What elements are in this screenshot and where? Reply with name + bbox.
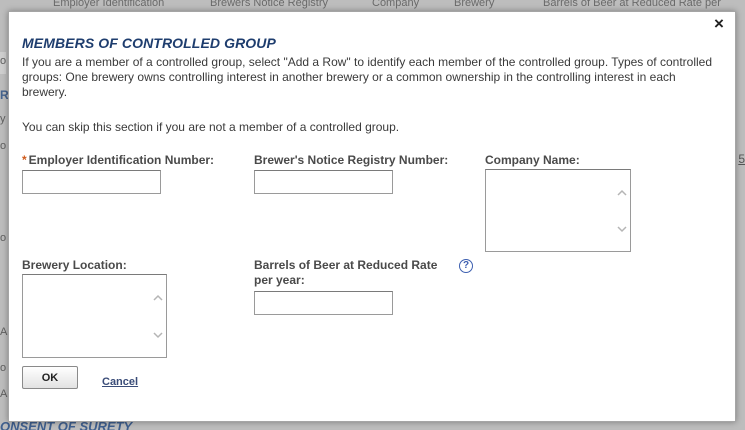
chevron-down-icon[interactable] <box>617 224 627 234</box>
company-textarea-box <box>485 169 631 252</box>
bg-col-registry: Brewers Notice Registry <box>210 0 328 9</box>
company-label: Company Name: <box>485 153 580 167</box>
dialog-title: MEMBERS OF CONTROLLED GROUP <box>22 35 276 51</box>
bg-col-ein: Employer Identification <box>53 0 165 9</box>
skip-note: You can skip this section if you are not… <box>22 120 400 134</box>
barrels-label: Barrels of Beer at Reduced Rate per year… <box>254 258 438 287</box>
location-textarea-box <box>22 274 167 358</box>
company-scrollbar[interactable] <box>614 170 630 251</box>
bg-char: A <box>0 388 8 400</box>
bg-char: y <box>0 113 6 125</box>
close-icon[interactable]: × <box>711 15 727 33</box>
bg-char: o <box>0 362 7 374</box>
location-label: Brewery Location: <box>22 258 127 272</box>
chevron-up-icon[interactable] <box>153 293 163 303</box>
ein-label-text: Employer Identification Number: <box>28 153 215 167</box>
controlled-group-dialog: × MEMBERS OF CONTROLLED GROUP If you are… <box>8 11 736 422</box>
required-marker: * <box>22 153 27 167</box>
bg-right-number: 5 <box>738 152 745 166</box>
bg-col-brewery: Brewery <box>454 0 495 9</box>
bg-char: o <box>0 55 7 67</box>
registry-label: Brewer's Notice Registry Number: <box>254 153 449 167</box>
dialog-description: If you are a member of a controlled grou… <box>22 55 713 99</box>
bg-col-company: Company <box>372 0 420 9</box>
bg-char: o <box>0 140 7 152</box>
ein-input[interactable] <box>22 170 161 194</box>
bg-col-barrels: Barrels of Beer at Reduced Rate per <box>543 0 721 9</box>
company-textarea[interactable] <box>486 170 614 251</box>
barrels-input[interactable] <box>254 291 393 315</box>
bg-char: A <box>0 326 8 338</box>
location-scrollbar[interactable] <box>150 275 166 357</box>
background-table-header: Employer Identification Brewers Notice R… <box>0 0 745 10</box>
registry-input[interactable] <box>254 170 393 194</box>
location-textarea[interactable] <box>23 275 150 357</box>
help-icon[interactable]: ? <box>459 259 473 273</box>
ok-button[interactable]: OK <box>22 366 78 389</box>
chevron-up-icon[interactable] <box>617 188 627 198</box>
ein-label: * Employer Identification Number: <box>22 153 214 168</box>
bg-char: o <box>0 232 7 244</box>
chevron-down-icon[interactable] <box>153 330 163 340</box>
cancel-link[interactable]: Cancel <box>102 376 138 388</box>
